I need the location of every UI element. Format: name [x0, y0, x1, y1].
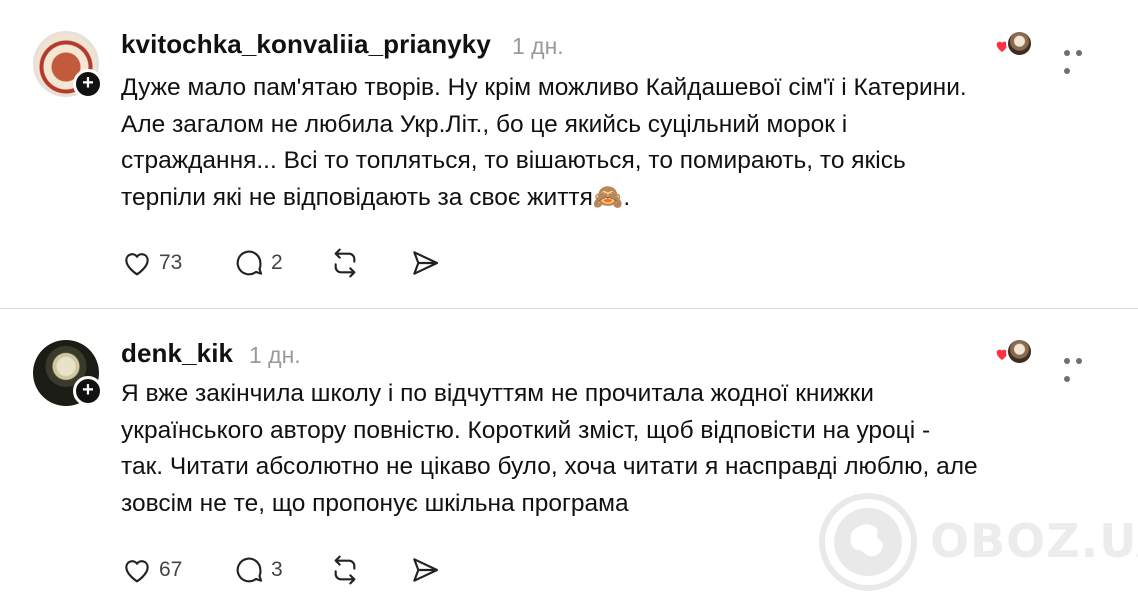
username[interactable]: denk_kik [121, 338, 233, 369]
repost-button[interactable] [329, 246, 361, 280]
share-button[interactable] [409, 553, 441, 587]
more-dots-icon[interactable] [1064, 43, 1098, 74]
liker-avatar [1006, 30, 1033, 57]
liked-by-indicator[interactable] [994, 338, 1034, 366]
username[interactable]: kvitochka_konvaliia_prianyky [121, 29, 491, 60]
globe-logo-icon [819, 493, 917, 591]
share-button[interactable] [409, 246, 441, 280]
like-count: 73 [159, 251, 183, 274]
post-divider [0, 308, 1138, 309]
comment-icon [236, 250, 263, 276]
liker-avatar [1006, 338, 1033, 365]
repost-icon [334, 555, 356, 585]
follow-plus-icon[interactable]: + [73, 376, 103, 406]
post-actions: 73 2 [121, 246, 481, 280]
reply-button[interactable]: 2 [233, 246, 283, 280]
more-dots-icon[interactable] [1064, 351, 1098, 382]
watermark: OBOZ.UA [818, 492, 1138, 592]
repost-icon [334, 248, 356, 278]
post-text: Дуже мало пам'ятаю творів. Ну крім можли… [121, 74, 967, 211]
comment-icon [236, 557, 263, 583]
like-button[interactable]: 73 [121, 246, 182, 280]
post-time: 1 дн. [512, 33, 564, 59]
reply-count: 2 [271, 251, 283, 274]
watermark-text: OBOZ.UA [930, 514, 1138, 568]
like-button[interactable]: 67 [121, 553, 182, 587]
follow-plus-icon[interactable]: + [73, 69, 103, 99]
send-icon [413, 251, 439, 275]
post-time: 1 дн. [249, 342, 301, 368]
repost-button[interactable] [329, 553, 361, 587]
reply-button[interactable]: 3 [233, 553, 283, 587]
post: + kvitochka_konvaliia_prianyky 1 дн. Дуж… [0, 0, 1138, 308]
post-actions: 67 3 [121, 553, 481, 587]
reply-count: 3 [271, 558, 283, 581]
liked-by-indicator[interactable] [994, 30, 1034, 58]
heart-icon [125, 253, 149, 276]
threads-feed: + kvitochka_konvaliia_prianyky 1 дн. Дуж… [0, 0, 1138, 608]
heart-icon [125, 560, 149, 583]
like-count: 67 [159, 558, 183, 581]
send-icon [413, 558, 439, 582]
